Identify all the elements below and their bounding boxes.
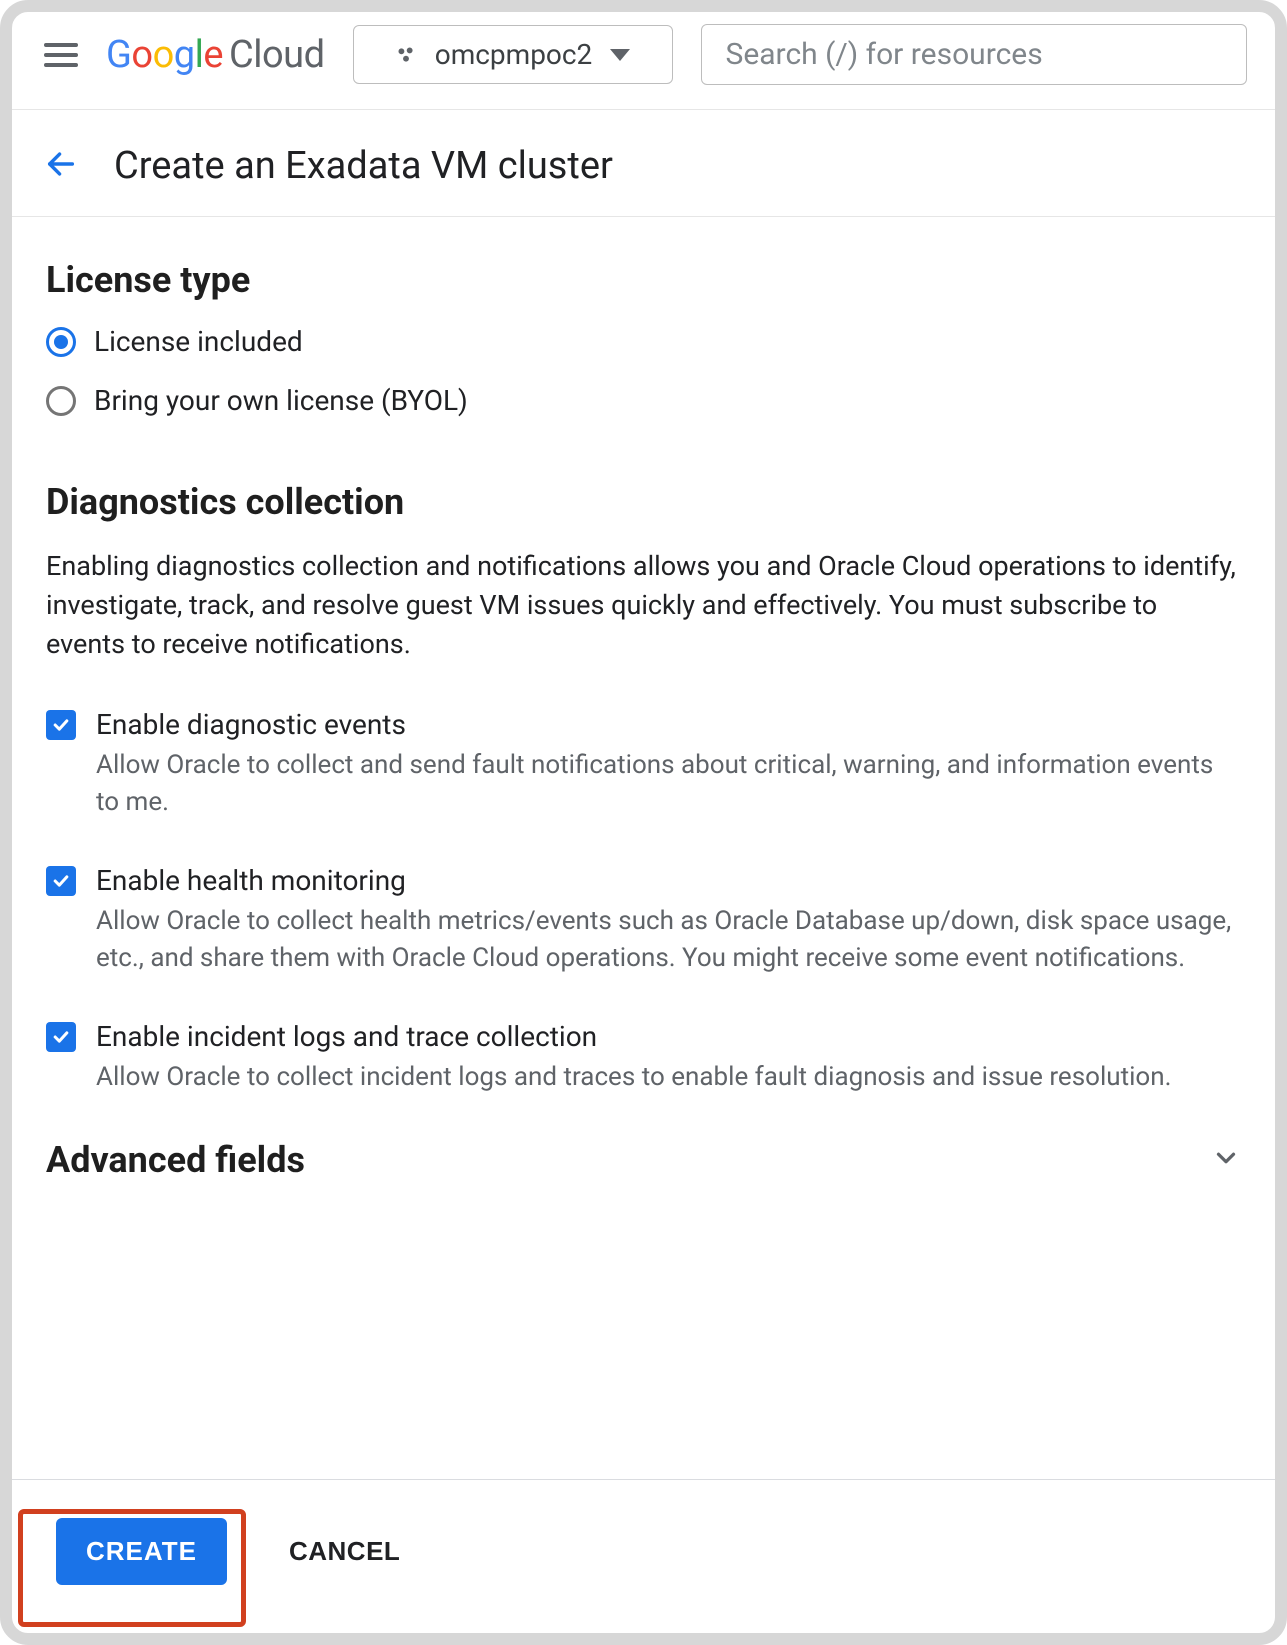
license-included-radio[interactable]: License included: [46, 325, 1241, 358]
search-placeholder: Search (/) for resources: [726, 37, 1043, 72]
search-input[interactable]: Search (/) for resources: [701, 24, 1247, 85]
chevron-down-icon: [1211, 1143, 1241, 1177]
diag-events-row: Enable diagnostic events Allow Oracle to…: [46, 708, 1241, 820]
diagnostics-heading: Diagnostics collection: [46, 481, 1241, 523]
page-title: Create an Exadata VM cluster: [114, 144, 613, 188]
license-heading: License type: [46, 259, 1241, 301]
radio-selected-icon: [46, 327, 76, 357]
health-monitoring-label: Enable health monitoring: [96, 864, 1241, 897]
caret-down-icon: [610, 49, 630, 61]
form-content: License type License included Bring your…: [0, 217, 1287, 1181]
diag-events-sub: Allow Oracle to collect and send fault n…: [96, 747, 1241, 820]
license-radio-group: License included Bring your own license …: [46, 325, 1241, 417]
incident-logs-row: Enable incident logs and trace collectio…: [46, 1020, 1241, 1095]
project-picker[interactable]: omcpmpoc2: [353, 25, 673, 84]
create-button[interactable]: CREATE: [56, 1518, 227, 1585]
incident-logs-checkbox[interactable]: [46, 1022, 76, 1052]
diagnostics-description: Enabling diagnostics collection and noti…: [46, 547, 1241, 664]
google-cloud-logo[interactable]: Google Cloud: [106, 33, 325, 77]
license-byol-label: Bring your own license (BYOL): [94, 384, 468, 417]
logo-suffix: Cloud: [229, 33, 325, 77]
project-icon: [395, 44, 417, 66]
incident-logs-label: Enable incident logs and trace collectio…: [96, 1020, 1171, 1053]
menu-icon[interactable]: [44, 43, 78, 67]
project-name: omcpmpoc2: [435, 38, 593, 71]
health-monitoring-row: Enable health monitoring Allow Oracle to…: [46, 864, 1241, 976]
diag-events-label: Enable diagnostic events: [96, 708, 1241, 741]
back-arrow-icon[interactable]: [44, 147, 78, 185]
cancel-button[interactable]: CANCEL: [283, 1535, 406, 1568]
health-monitoring-sub: Allow Oracle to collect health metrics/e…: [96, 903, 1241, 976]
radio-unselected-icon: [46, 386, 76, 416]
health-monitoring-checkbox[interactable]: [46, 866, 76, 896]
license-included-label: License included: [94, 325, 303, 358]
advanced-heading: Advanced fields: [46, 1139, 305, 1181]
top-bar: Google Cloud omcpmpoc2 Search (/) for re…: [0, 0, 1287, 110]
page-header: Create an Exadata VM cluster: [0, 110, 1287, 217]
incident-logs-sub: Allow Oracle to collect incident logs an…: [96, 1059, 1171, 1095]
footer-actions: CREATE CANCEL: [12, 1479, 1275, 1633]
advanced-fields-toggle[interactable]: Advanced fields: [46, 1139, 1241, 1181]
diag-events-checkbox[interactable]: [46, 710, 76, 740]
license-byol-radio[interactable]: Bring your own license (BYOL): [46, 384, 1241, 417]
